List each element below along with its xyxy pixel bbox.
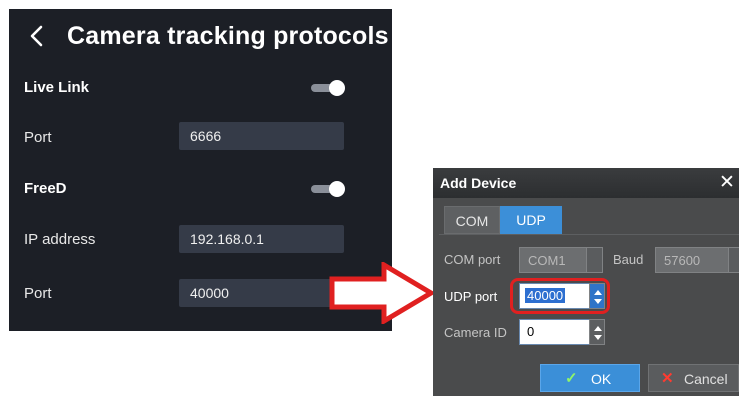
x-icon: ✕ [661, 370, 674, 387]
freed-port-label: Port [24, 285, 52, 302]
live-link-port-label: Port [24, 129, 52, 146]
tab-com[interactable]: COM [444, 206, 500, 234]
live-link-port-value: 6666 [190, 128, 222, 144]
live-link-toggle[interactable] [311, 80, 345, 96]
back-chevron-icon[interactable] [25, 21, 51, 51]
baud-select[interactable]: 57600 [655, 247, 739, 273]
com-port-value: COM1 [528, 253, 566, 268]
dialog-title: Add Device [440, 175, 517, 191]
baud-value: 57600 [664, 253, 701, 268]
cancel-button[interactable]: ✕ Cancel [648, 364, 739, 392]
ip-address-label: IP address [24, 231, 96, 248]
freed-toggle[interactable] [311, 181, 345, 197]
close-icon[interactable]: ✕ [719, 171, 735, 194]
chevron-down-icon[interactable] [586, 247, 603, 273]
freed-port-value: 40000 [190, 285, 229, 301]
camera-id-spinbox[interactable]: 0 [519, 319, 605, 345]
dialog-titlebar: Add Device ✕ [433, 168, 739, 198]
udp-port-label: UDP port [444, 289, 498, 304]
tab-udp[interactable]: UDP [500, 206, 562, 234]
ok-label: OK [591, 371, 612, 387]
ip-address-field[interactable]: 192.168.0.1 [179, 225, 344, 253]
com-port-select[interactable]: COM1 [519, 247, 603, 273]
camera-id-value: 0 [527, 324, 535, 339]
com-port-label: COM port [444, 252, 501, 267]
highlight-box [510, 278, 610, 314]
chevron-down-icon[interactable] [728, 247, 739, 273]
live-link-label: Live Link [24, 79, 90, 96]
add-device-dialog: Add Device ✕ COM UDP COM port COM1 Baud … [433, 168, 739, 396]
live-link-port-field[interactable]: 6666 [179, 122, 344, 150]
ok-button[interactable]: ✓ OK [540, 364, 640, 392]
freed-port-field[interactable]: 40000 [179, 279, 344, 307]
spinner-icon[interactable] [589, 319, 605, 345]
baud-label: Baud [613, 252, 644, 267]
red-arrow-icon [329, 262, 436, 324]
camera-id-label: Camera ID [444, 325, 507, 340]
page-title: Camera tracking protocols [67, 22, 389, 50]
freed-label: FreeD [24, 180, 67, 197]
checkmark-icon: ✓ [565, 370, 578, 387]
cancel-label: Cancel [684, 371, 728, 387]
ip-address-value: 192.168.0.1 [190, 231, 264, 247]
